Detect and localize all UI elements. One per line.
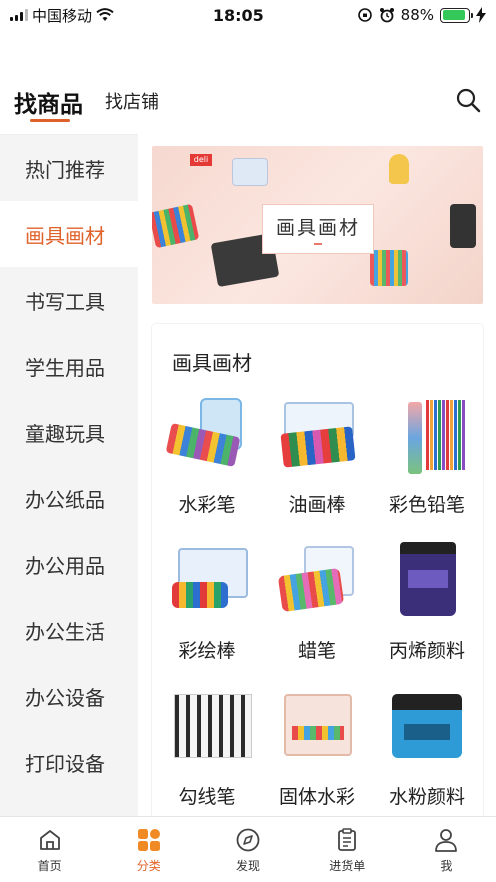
nav-purchase-list[interactable]: 进货单 — [298, 817, 397, 882]
promo-banner[interactable]: deli 画具画材 — [152, 146, 483, 304]
nav-discover[interactable]: 发现 — [198, 817, 297, 882]
brand-logo: deli — [190, 154, 212, 166]
sidebar-item-writing-tools[interactable]: 书写工具 — [0, 267, 138, 333]
signal-icon — [10, 9, 28, 21]
product-image — [274, 688, 360, 770]
subcategory-item-watercolor-pen[interactable]: 水彩笔 — [152, 396, 262, 517]
wifi-icon — [96, 8, 114, 21]
subcategory-item-acrylic-paint[interactable]: 丙烯颜料 — [372, 542, 482, 663]
subcategory-item-fineliner[interactable]: 勾线笔 — [152, 688, 262, 809]
nav-category[interactable]: 分类 — [99, 817, 198, 882]
product-image — [152, 203, 200, 249]
category-content: deli 画具画材 画具画材 水彩笔 油画棒 彩色铅笔 彩绘棒 蜡笔 丙烯颜料 … — [138, 134, 496, 816]
home-icon — [39, 830, 60, 850]
product-image — [164, 688, 252, 770]
product-image — [384, 396, 470, 478]
battery-percent: 88% — [400, 6, 434, 24]
subcategory-item-gouache[interactable]: 水粉颜料 — [372, 688, 482, 809]
charging-icon — [476, 7, 486, 23]
sidebar-item-office-supplies[interactable]: 办公用品 — [0, 531, 138, 597]
product-image — [370, 250, 408, 286]
subcategory-item-oil-pastel[interactable]: 油画棒 — [262, 396, 372, 517]
product-image — [384, 688, 470, 770]
tab-find-products[interactable]: 找商品 — [14, 85, 83, 119]
subcategory-item-colored-pencil[interactable]: 彩色铅笔 — [372, 396, 482, 517]
banner-tag — [314, 243, 322, 245]
sidebar-item-office-equipment[interactable]: 办公设备 — [0, 663, 138, 729]
nav-me[interactable]: 我 — [397, 817, 496, 882]
bottom-nav: 首页 分类 发现 进货单 我 — [0, 816, 496, 882]
search-icon[interactable] — [455, 87, 481, 113]
product-image — [164, 542, 250, 624]
sidebar-item-toys[interactable]: 童趣玩具 — [0, 399, 138, 465]
sidebar-item-office-life[interactable]: 办公生活 — [0, 597, 138, 663]
battery-icon — [440, 7, 473, 23]
product-image — [232, 158, 268, 186]
product-image — [450, 204, 476, 248]
subcategory-panel: 画具画材 水彩笔 油画棒 彩色铅笔 彩绘棒 蜡笔 丙烯颜料 勾线笔 固体水彩 水… — [152, 324, 483, 816]
rotation-lock-icon — [357, 8, 372, 22]
header: 找商品 找店铺 — [0, 30, 496, 134]
product-image — [389, 154, 409, 184]
active-tab-indicator — [30, 119, 70, 122]
sidebar-item-printing-equipment[interactable]: 打印设备 — [0, 729, 138, 795]
sidebar-item-student-supplies[interactable]: 学生用品 — [0, 333, 138, 399]
category-icon — [137, 829, 160, 851]
subcategory-item-paint-stick[interactable]: 彩绘棒 — [152, 542, 262, 663]
user-icon — [435, 829, 458, 852]
product-image — [384, 542, 470, 624]
product-image — [274, 542, 360, 624]
clock: 18:05 — [212, 5, 264, 25]
category-sidebar: 热门推荐 画具画材 书写工具 学生用品 童趣玩具 办公纸品 办公用品 办公生活 … — [0, 134, 138, 816]
tab-find-shops[interactable]: 找店铺 — [105, 88, 159, 114]
banner-title: 画具画材 — [275, 217, 360, 239]
app-screen: 中国移动 18:05 88% 找商品 找店铺 热门推荐 画具画材 书写工具 学生… — [0, 0, 496, 882]
subcategory-item-crayon[interactable]: 蜡笔 — [262, 542, 372, 663]
subcategory-item-solid-watercolor[interactable]: 固体水彩 — [262, 688, 372, 809]
nav-home[interactable]: 首页 — [0, 817, 99, 882]
carrier-label: 中国移动 — [32, 6, 93, 25]
sidebar-item-painting-supplies[interactable]: 画具画材 — [0, 201, 138, 267]
clipboard-icon — [338, 828, 357, 851]
product-image — [274, 396, 360, 478]
sidebar-item-hot[interactable]: 热门推荐 — [0, 135, 138, 201]
sidebar-item-office-paper[interactable]: 办公纸品 — [0, 465, 138, 531]
subcategory-title: 画具画材 — [172, 351, 252, 375]
status-bar: 中国移动 18:05 88% — [0, 0, 496, 30]
alarm-icon — [379, 8, 394, 23]
product-image — [164, 396, 250, 478]
compass-icon — [236, 828, 260, 852]
